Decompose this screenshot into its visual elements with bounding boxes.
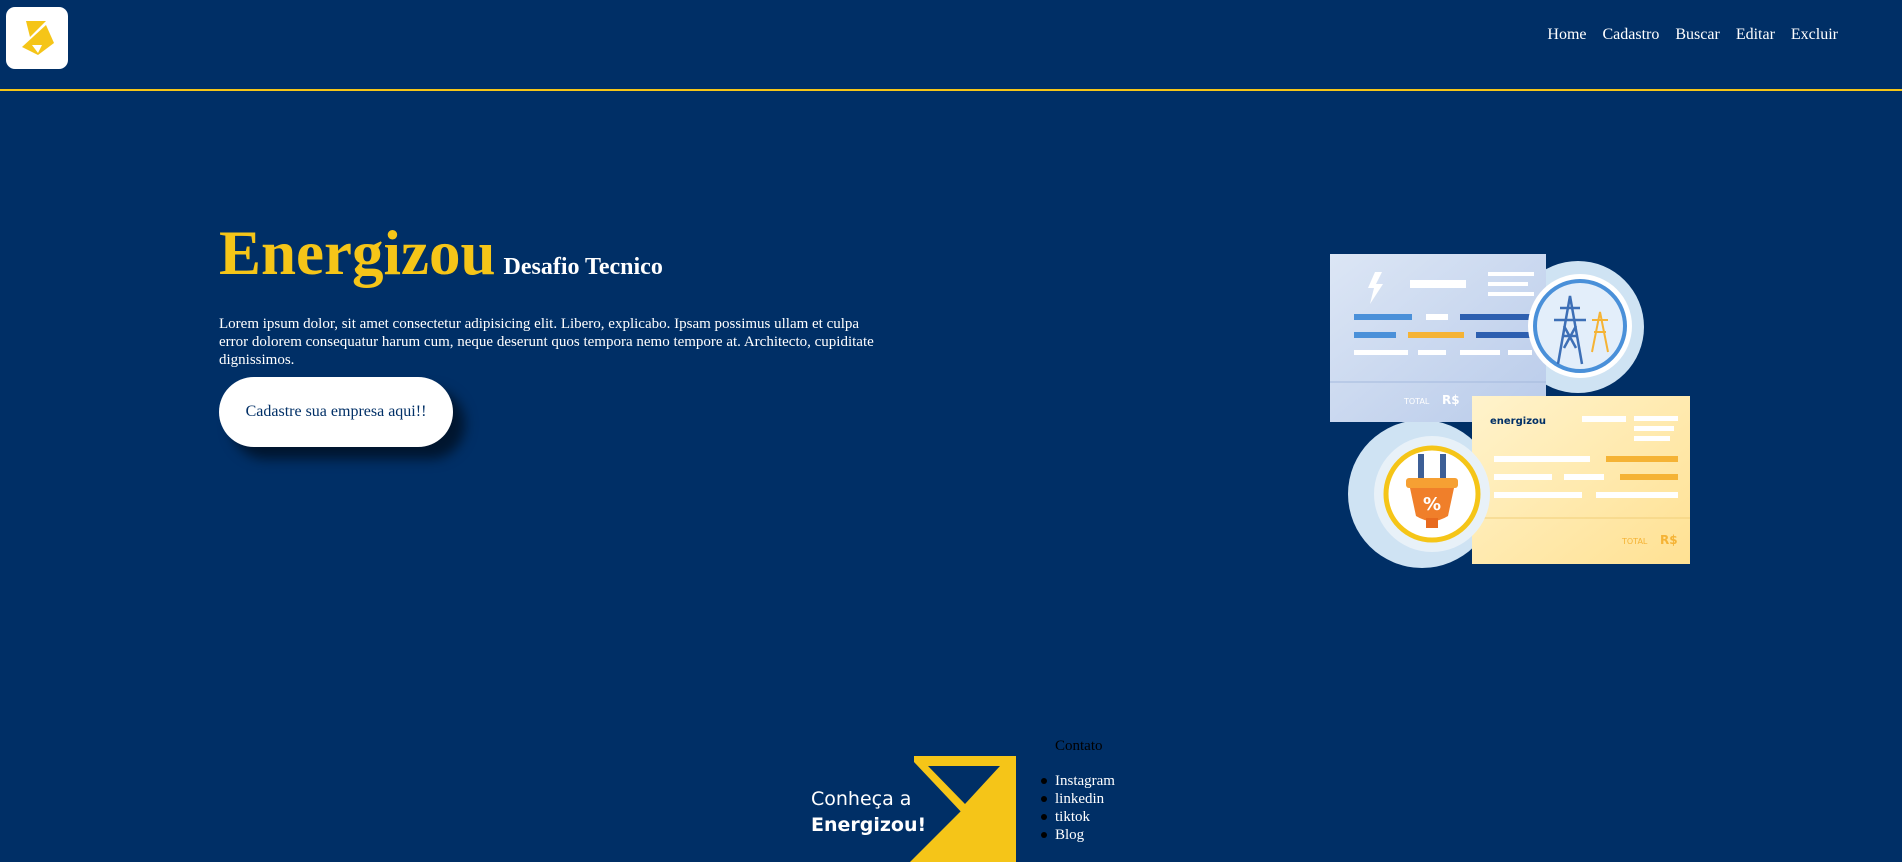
linkedin-link[interactable]: linkedin [1055,791,1104,807]
yellow-bill-total-label: TOTAL [1621,537,1648,546]
nav-home[interactable]: Home [1547,26,1586,44]
svg-text:%: % [1423,494,1441,515]
brand-name: Energizou [219,218,496,288]
instagram-link[interactable]: Instagram [1055,773,1115,789]
promo-text: Conheça a Energizou! [811,786,926,838]
nav-cadastro[interactable]: Cadastro [1603,26,1660,44]
blog-link[interactable]: Blog [1055,827,1084,843]
tiktok-link[interactable]: tiktok [1055,809,1090,825]
hero-title: Energizou Desafio Tecnico [219,222,663,285]
logo[interactable] [6,7,68,69]
contact-title: Contato [1055,738,1103,754]
site-header: Home Cadastro Buscar Editar Excluir [0,0,1902,91]
blue-bill-total-label: TOTAL [1403,397,1430,406]
list-item: tiktok [1041,808,1115,826]
blue-bill-currency: R$ [1442,393,1460,407]
nav-editar[interactable]: Editar [1736,26,1775,44]
energy-bill-illustration: TOTAL R$ energizou TOTAL R$ % [1330,254,1690,568]
promo-line-1: Conheça a [811,788,912,810]
hero-description: Lorem ipsum dolor, sit amet consectetur … [219,316,874,368]
main-nav: Home Cadastro Buscar Editar Excluir [1547,26,1838,44]
promo-banner[interactable]: Conheça a Energizou! [800,756,1016,862]
list-item: Blog [1041,826,1115,844]
nav-buscar[interactable]: Buscar [1675,26,1719,44]
contact-links: Instagram linkedin tiktok Blog [1041,772,1115,844]
nav-excluir[interactable]: Excluir [1791,26,1838,44]
list-item: linkedin [1041,790,1115,808]
register-company-button[interactable]: Cadastre sua empresa aqui!! [219,377,453,447]
energizou-logo-icon [22,21,54,55]
hero-subtitle: Desafio Tecnico [503,254,663,280]
list-item: Instagram [1041,772,1115,790]
yellow-bill-currency: R$ [1660,533,1678,547]
promo-line-2: Energizou! [811,814,927,836]
yellow-bill-brand: energizou [1490,416,1546,427]
